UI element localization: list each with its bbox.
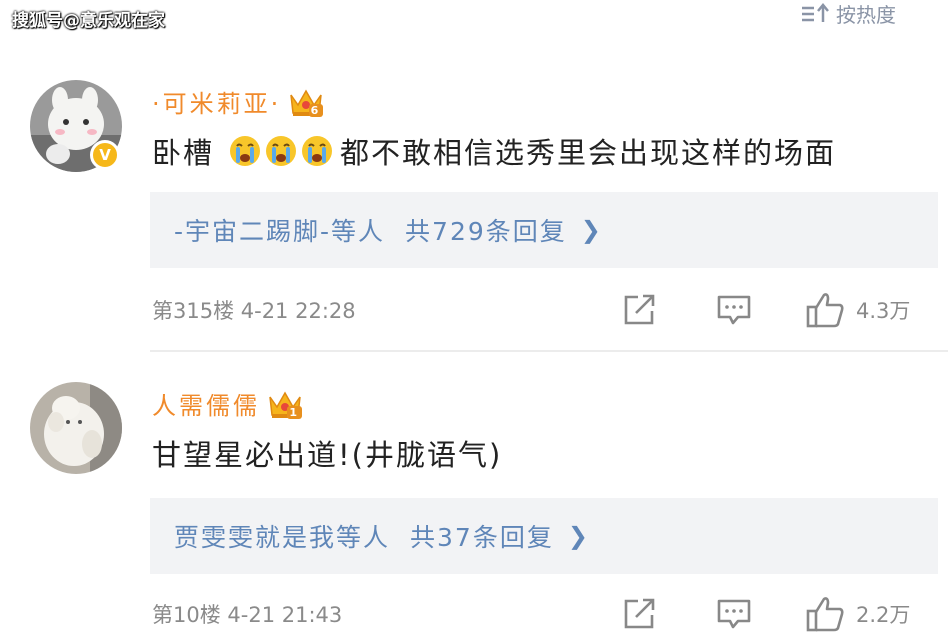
crying-emoji-icon bbox=[264, 134, 298, 168]
avatar[interactable] bbox=[30, 382, 122, 474]
comment-icon bbox=[717, 295, 751, 325]
level-number: 6 bbox=[308, 103, 324, 117]
comment-text: 卧槽 都不敢相信选秀里会出现这样的场面 bbox=[152, 130, 836, 172]
like-button[interactable]: 4.3万 bbox=[806, 291, 910, 329]
username[interactable]: ·可米莉亚· 6 bbox=[152, 84, 325, 119]
share-button[interactable] bbox=[622, 293, 658, 327]
chevron-right-icon: ❯ bbox=[580, 216, 603, 244]
comment-item: 人需儒儒 1 甘望星必出道!(井胧语气) 贾雯雯就是我等人 共37条回复 ❯ 第… bbox=[0, 376, 948, 640]
crown-level-icon: 6 bbox=[287, 85, 325, 119]
username-label: ·可米莉亚· bbox=[152, 90, 282, 118]
comment-button[interactable] bbox=[716, 293, 752, 327]
comment-icon bbox=[717, 599, 751, 629]
sort-label: 按热度 bbox=[836, 2, 896, 27]
floor-time: 第315楼 4-21 22:28 bbox=[152, 299, 356, 323]
comment-footer: 第315楼 4-21 22:28 4.3万 bbox=[152, 290, 942, 330]
replies-link[interactable]: 贾雯雯就是我等人 共37条回复 ❯ bbox=[150, 498, 938, 574]
like-button[interactable]: 2.2万 bbox=[806, 595, 910, 633]
comment-text: 甘望星必出道!(井胧语气) bbox=[152, 438, 503, 472]
sort-icon bbox=[802, 3, 829, 22]
username[interactable]: 人需儒儒 1 bbox=[152, 386, 304, 421]
comment-footer: 第10楼 4-21 21:43 2.2万 bbox=[152, 594, 942, 634]
level-number: 1 bbox=[287, 405, 302, 419]
crying-emoji-icon bbox=[300, 134, 334, 168]
reply-count: 共729条回复 bbox=[405, 217, 567, 246]
share-icon bbox=[624, 294, 655, 325]
divider bbox=[150, 350, 948, 352]
chevron-right-icon: ❯ bbox=[567, 522, 590, 550]
comment-button[interactable] bbox=[716, 597, 752, 631]
crying-emoji-icon bbox=[228, 134, 262, 168]
sort-by-hot-button[interactable]: 按热度 bbox=[800, 0, 896, 27]
watermark: 搜狐号@意乐观在家 bbox=[12, 11, 165, 31]
comment-text-end: 都不敢相信选秀里会出现这样的场面 bbox=[340, 136, 837, 170]
floor-time: 第10楼 4-21 21:43 bbox=[152, 603, 343, 627]
like-count: 4.3万 bbox=[856, 299, 911, 323]
comment-text-start: 卧槽 bbox=[152, 136, 215, 170]
username-label: 人需儒儒 bbox=[152, 392, 260, 420]
thumbs-up-icon bbox=[806, 597, 844, 632]
crown-level-icon: 1 bbox=[266, 387, 304, 421]
thumbs-up-icon bbox=[806, 293, 844, 328]
share-button[interactable] bbox=[622, 597, 658, 631]
reply-users: -宇宙二踢脚-等人 bbox=[174, 217, 386, 246]
reply-count: 共37条回复 bbox=[410, 523, 554, 552]
comment-item: V ·可米莉亚· 6 卧槽 都不敢相信选秀里会出现这样的场面 -宇宙二踢脚-等人… bbox=[0, 74, 948, 352]
replies-link[interactable]: -宇宙二踢脚-等人 共729条回复 ❯ bbox=[150, 192, 938, 268]
like-count: 2.2万 bbox=[856, 603, 911, 627]
share-icon bbox=[624, 598, 655, 629]
reply-users: 贾雯雯就是我等人 bbox=[174, 523, 391, 552]
verified-badge-icon: V bbox=[90, 140, 120, 170]
